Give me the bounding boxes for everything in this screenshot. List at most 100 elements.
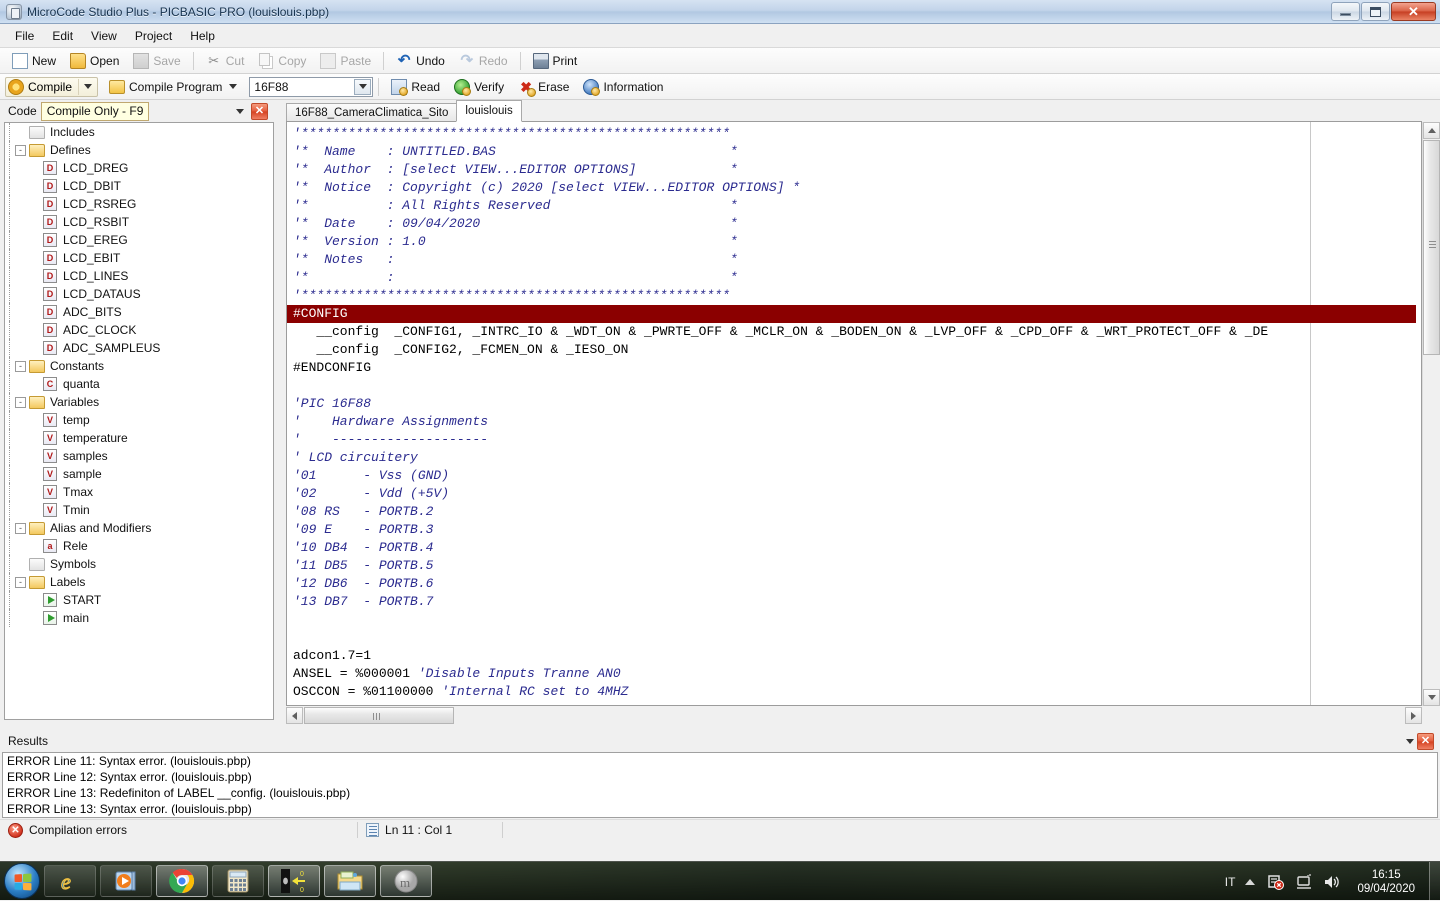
menu-item-view[interactable]: View [82, 26, 126, 46]
erase-button[interactable]: ✖ Erase [511, 76, 576, 98]
result-row[interactable]: ERROR Line 12: Syntax error. (louislouis… [3, 769, 1437, 785]
device-select-arrow[interactable] [354, 79, 371, 95]
compile-split-button[interactable]: Compile [5, 77, 98, 97]
scroll-down-button[interactable] [1423, 689, 1440, 706]
editor-horizontal-scrollbar[interactable] [286, 707, 1422, 724]
tree-item-lcd-lines[interactable]: DLCD_LINES [5, 267, 273, 285]
tree-item-start[interactable]: START [5, 591, 273, 609]
cut-button[interactable]: ✂ Cut [199, 50, 252, 72]
tree-item-symbols[interactable]: Symbols [5, 555, 273, 573]
tree-item-main[interactable]: main [5, 609, 273, 627]
horizontal-scroll-thumb[interactable] [304, 707, 454, 724]
tree-item-temp[interactable]: Vtemp [5, 411, 273, 429]
maximize-button[interactable] [1361, 2, 1390, 21]
panel-splitter[interactable] [278, 100, 286, 724]
tree-item-temperature[interactable]: Vtemperature [5, 429, 273, 447]
tree-collapse-toggle[interactable]: - [15, 145, 26, 156]
tree-item-defines[interactable]: -Defines [5, 141, 273, 159]
compile-mode-select[interactable]: Compile Only - F9 [41, 102, 150, 121]
tree-item-lcd-dbit[interactable]: DLCD_DBIT [5, 177, 273, 195]
compile-program-button[interactable]: Compile Program [102, 76, 247, 98]
taskbar-item-media-player[interactable] [100, 865, 152, 897]
open-button[interactable]: Open [63, 50, 126, 72]
tree-item-lcd-dreg[interactable]: DLCD_DREG [5, 159, 273, 177]
close-code-explorer-button[interactable]: ✕ [251, 103, 268, 120]
result-row[interactable]: ERROR Line 13: Redefiniton of LABEL __co… [3, 785, 1437, 801]
tree-item-rele[interactable]: aRele [5, 537, 273, 555]
paste-button[interactable]: Paste [313, 50, 378, 72]
chevron-down-icon[interactable] [84, 84, 92, 89]
tree-item-includes[interactable]: Includes [5, 123, 273, 141]
tree-item-tmax[interactable]: VTmax [5, 483, 273, 501]
tree-item-adc-bits[interactable]: DADC_BITS [5, 303, 273, 321]
chevron-down-icon[interactable] [229, 84, 237, 89]
taskbar-item-microcode-studio[interactable]: 0 0 [268, 865, 320, 897]
chevron-down-icon[interactable] [236, 109, 244, 114]
save-button[interactable]: Save [126, 50, 187, 72]
taskbar-item-mikroe-app[interactable]: m [380, 865, 432, 897]
tree-item-lcd-ereg[interactable]: DLCD_EREG [5, 231, 273, 249]
menu-item-edit[interactable]: Edit [43, 26, 82, 46]
tree-item-tmin[interactable]: VTmin [5, 501, 273, 519]
new-button[interactable]: New [5, 50, 63, 72]
close-button[interactable]: ✕ [1391, 2, 1436, 21]
input-language[interactable]: IT [1225, 875, 1236, 889]
tree-collapse-toggle[interactable]: - [15, 397, 26, 408]
tree-guide [15, 213, 31, 231]
tab-16F88_CameraClimatica_Sito[interactable]: 16F88_CameraClimatica_Sito [286, 103, 457, 122]
network-icon[interactable] [1295, 873, 1313, 891]
tab-louislouis[interactable]: louislouis [456, 100, 521, 122]
volume-icon[interactable] [1323, 873, 1341, 891]
tree-item-lcd-rsbit[interactable]: DLCD_RSBIT [5, 213, 273, 231]
show-hidden-icons-icon[interactable] [1245, 879, 1255, 885]
menu-item-project[interactable]: Project [126, 26, 181, 46]
verify-button[interactable]: Verify [447, 76, 511, 98]
information-button[interactable]: Information [576, 76, 670, 98]
chevron-down-icon[interactable] [1406, 739, 1414, 744]
code-explorer-tree[interactable]: Includes-DefinesDLCD_DREGDLCD_DBITDLCD_R… [4, 122, 274, 720]
taskbar-item-google-chrome[interactable] [156, 865, 208, 897]
scroll-left-button[interactable] [286, 707, 303, 724]
tree-item-adc-clock[interactable]: DADC_CLOCK [5, 321, 273, 339]
copy-button[interactable]: Copy [251, 50, 313, 72]
taskbar-item-calculator[interactable] [212, 865, 264, 897]
show-desktop-button[interactable] [1429, 862, 1440, 901]
tree-item-variables[interactable]: -Variables [5, 393, 273, 411]
result-row[interactable]: ERROR Line 14: Syntax error. (louislouis… [3, 817, 1437, 818]
start-button[interactable] [4, 863, 40, 899]
device-select[interactable]: 16F88 [249, 77, 373, 97]
tree-item-lcd-dataus[interactable]: DLCD_DATAUS [5, 285, 273, 303]
taskbar-item-file-explorer[interactable] [324, 865, 376, 897]
tree-item-constants[interactable]: -Constants [5, 357, 273, 375]
vertical-scroll-thumb[interactable] [1423, 140, 1440, 355]
read-button[interactable]: Read [384, 76, 447, 98]
print-button[interactable]: Print [526, 50, 585, 72]
close-results-button[interactable]: ✕ [1417, 733, 1434, 750]
clock[interactable]: 16:15 09/04/2020 [1357, 868, 1415, 896]
result-row[interactable]: ERROR Line 13: Syntax error. (louislouis… [3, 801, 1437, 817]
tree-item-labels[interactable]: -Labels [5, 573, 273, 591]
tree-item-samples[interactable]: Vsamples [5, 447, 273, 465]
taskbar-item-internet-explorer[interactable]: e [44, 865, 96, 897]
tree-item-quanta[interactable]: Cquanta [5, 375, 273, 393]
minimize-button[interactable] [1331, 2, 1360, 21]
action-center-icon[interactable] [1267, 873, 1285, 891]
editor-vertical-scrollbar[interactable] [1422, 122, 1439, 706]
tree-collapse-toggle[interactable]: - [15, 361, 26, 372]
tree-item-lcd-ebit[interactable]: DLCD_EBIT [5, 249, 273, 267]
tree-item-sample[interactable]: Vsample [5, 465, 273, 483]
tree-collapse-toggle[interactable]: - [15, 577, 26, 588]
result-row[interactable]: ERROR Line 11: Syntax error. (louislouis… [3, 753, 1437, 769]
menu-item-file[interactable]: File [6, 26, 43, 46]
undo-button[interactable]: ↶ Undo [389, 50, 452, 72]
scroll-right-button[interactable] [1405, 707, 1422, 724]
tree-item-lcd-rsreg[interactable]: DLCD_RSREG [5, 195, 273, 213]
redo-button[interactable]: ↷ Redo [452, 50, 515, 72]
results-list[interactable]: ERROR Line 11: Syntax error. (louislouis… [2, 752, 1438, 818]
tree-item-alias-and-modifiers[interactable]: -Alias and Modifiers [5, 519, 273, 537]
tree-item-adc-sampleus[interactable]: DADC_SAMPLEUS [5, 339, 273, 357]
code-editor[interactable]: '***************************************… [286, 121, 1422, 706]
scroll-up-button[interactable] [1423, 122, 1440, 139]
menu-item-help[interactable]: Help [181, 26, 224, 46]
tree-collapse-toggle[interactable]: - [15, 523, 26, 534]
